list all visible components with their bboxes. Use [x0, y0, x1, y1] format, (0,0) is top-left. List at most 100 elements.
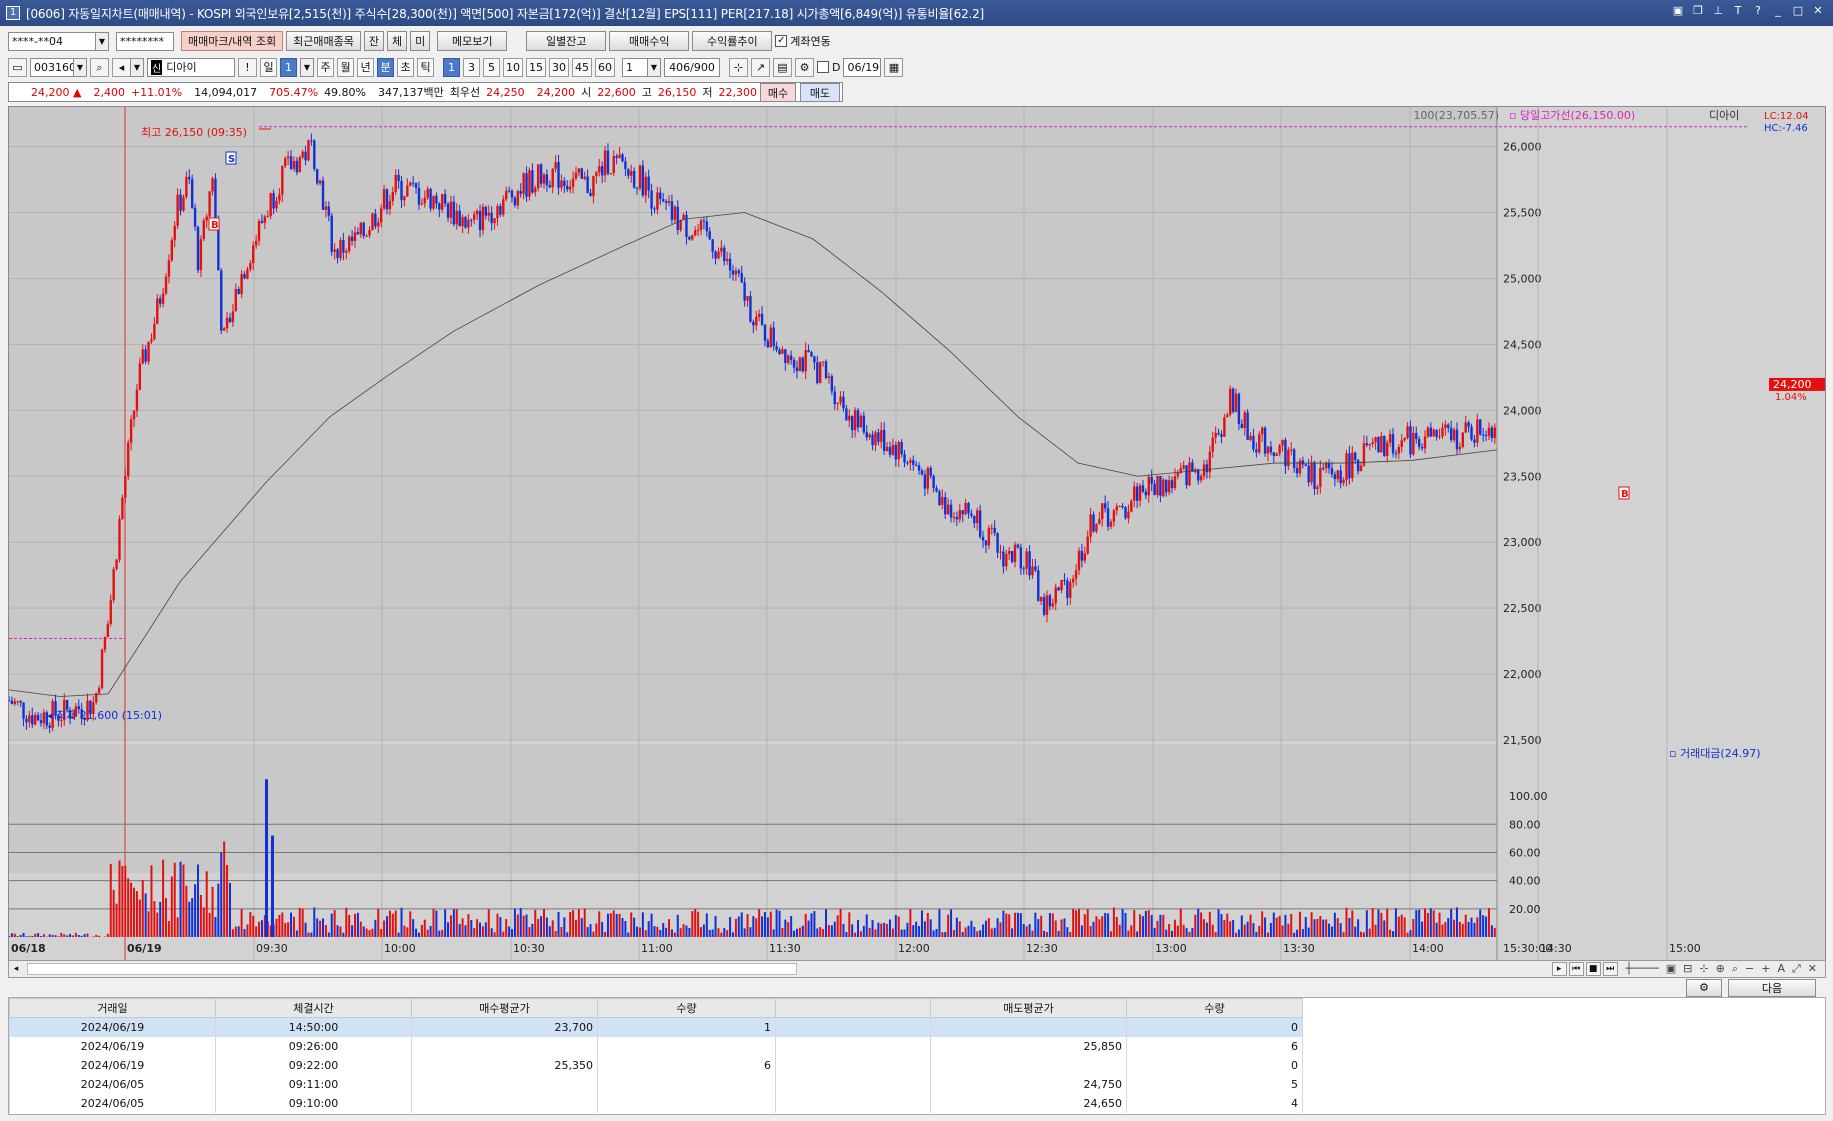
- minimize-icon[interactable]: _: [1771, 4, 1785, 18]
- text-icon[interactable]: A: [1777, 962, 1785, 976]
- scroll-left-icon[interactable]: ◂: [9, 964, 23, 974]
- calendar-icon[interactable]: ▦: [884, 57, 904, 77]
- restore-icon[interactable]: ❐: [1691, 4, 1705, 18]
- window-icon[interactable]: ▭: [8, 57, 27, 77]
- table-row[interactable]: 2024/06/19 14:50:00 23,700 1 0: [9, 1017, 1303, 1037]
- tile-icon[interactable]: ▣: [1666, 962, 1676, 976]
- col-exec-time[interactable]: 체결시간: [215, 998, 412, 1018]
- stop-icon[interactable]: ■: [1585, 962, 1601, 976]
- help-icon[interactable]: ?: [1751, 4, 1765, 18]
- password-field[interactable]: ********: [116, 31, 174, 51]
- save-icon[interactable]: ▤: [773, 57, 792, 77]
- stock-code-field[interactable]: 003160: [30, 57, 76, 77]
- rewind-icon[interactable]: ⏮: [1568, 962, 1584, 976]
- table-row[interactable]: 2024/06/05 09:10:00 24,650 4: [9, 1093, 1303, 1113]
- candlestick-chart[interactable]: 26,000 25,500 25,000 24,500 24,000 23,500 23,0…: [7, 107, 1827, 962]
- speaker-icon[interactable]: ◂: [112, 57, 131, 77]
- buy-button[interactable]: 매수: [760, 83, 796, 102]
- alert-button[interactable]: !: [238, 57, 257, 77]
- play-icon[interactable]: ▸: [1551, 962, 1567, 976]
- chart-scrollbar[interactable]: ◂ ▸ ⏮ ■ ⏭ ┼──── ▣ ⊟ ⊹ ⊕ ⌕ − + A ⤢ ✕: [8, 960, 1826, 978]
- memo-button[interactable]: 메모보기: [437, 31, 508, 51]
- candle-body: [257, 221, 261, 241]
- chevron-down-icon[interactable]: ▼: [95, 31, 109, 51]
- table-row[interactable]: 2024/06/19 09:22:00 25,350 6 0: [9, 1055, 1303, 1075]
- period-week[interactable]: 주: [317, 57, 334, 77]
- close-icon[interactable]: ✕: [1811, 4, 1825, 18]
- close-panel-icon[interactable]: ✕: [1808, 962, 1817, 976]
- scroll-thumb[interactable]: [27, 963, 797, 975]
- minute-10[interactable]: 10: [503, 57, 523, 77]
- table-row[interactable]: 2024/06/05 09:11:00 24,750 5: [9, 1074, 1303, 1094]
- magnify-icon[interactable]: ⌕: [1732, 962, 1738, 976]
- volume-bar: [726, 930, 729, 937]
- search-icon[interactable]: ⌕: [90, 57, 109, 77]
- volume-bar: [1264, 917, 1267, 937]
- profit-trend-button[interactable]: 수익률추이: [692, 31, 773, 51]
- account-link-checkbox[interactable]: ✓: [775, 35, 788, 47]
- col-buy-avg[interactable]: 매수평균가: [411, 998, 598, 1018]
- font-icon[interactable]: T: [1731, 4, 1745, 18]
- layout-icon[interactable]: ▣: [1671, 4, 1685, 18]
- trade-profit-button[interactable]: 매매수익: [609, 31, 690, 51]
- minute-5[interactable]: 5: [483, 57, 500, 77]
- period-second[interactable]: 초: [397, 57, 414, 77]
- pin-icon[interactable]: ⊥: [1711, 4, 1725, 18]
- period-month[interactable]: 월: [337, 57, 354, 77]
- zoom-out-icon[interactable]: −: [1745, 962, 1754, 976]
- col-buy-qty[interactable]: 수량: [597, 998, 776, 1018]
- interval-count-field[interactable]: 1: [622, 57, 648, 77]
- gear-icon[interactable]: ⚙: [795, 57, 814, 77]
- volume-bar: [1467, 921, 1470, 937]
- candle-body: [699, 220, 703, 231]
- candle-body: [1272, 452, 1275, 456]
- stock-name-field[interactable]: 신 디아이: [147, 57, 235, 77]
- period-day-count[interactable]: 1: [280, 57, 297, 77]
- date-checkbox[interactable]: [817, 61, 829, 73]
- expand-icon[interactable]: ⤢: [1792, 962, 1801, 976]
- period-year[interactable]: 년: [357, 57, 374, 77]
- col-sell-avg[interactable]: 매도평균가: [930, 998, 1127, 1018]
- minute-3[interactable]: 3: [463, 57, 480, 77]
- chevron-down-icon[interactable]: ▼: [647, 57, 661, 77]
- zoom-slider-icon[interactable]: ┼────: [1626, 962, 1659, 976]
- minute-1[interactable]: 1: [443, 57, 460, 77]
- volume-bar: [464, 925, 467, 937]
- sell-button[interactable]: 매도: [800, 83, 840, 102]
- split-icon[interactable]: ⊟: [1683, 962, 1692, 976]
- candle-body: [766, 340, 770, 348]
- minute-15[interactable]: 15: [526, 57, 546, 77]
- period-tick[interactable]: 틱: [417, 57, 434, 77]
- chart-panel[interactable]: 26,000 25,500 25,000 24,500 24,000 23,500 23,0…: [7, 106, 1827, 962]
- tab-jan[interactable]: 잔: [363, 31, 385, 51]
- col-sell-qty[interactable]: 수량: [1126, 998, 1303, 1018]
- maximize-icon[interactable]: □: [1791, 4, 1805, 18]
- recent-trade-button[interactable]: 최근매매종목: [286, 31, 361, 51]
- trend-icon[interactable]: ↗: [751, 57, 770, 77]
- chevron-down-icon[interactable]: ▼: [73, 57, 87, 77]
- period-minute[interactable]: 분: [377, 57, 394, 77]
- date-field[interactable]: 06/19: [843, 57, 882, 77]
- forward-icon[interactable]: ⏭: [1602, 962, 1618, 976]
- chevron-down-icon[interactable]: ▼: [130, 57, 144, 77]
- zoom-in-icon[interactable]: +: [1761, 962, 1770, 976]
- tab-mi[interactable]: 미: [410, 31, 431, 51]
- daily-balance-button[interactable]: 일별잔고: [526, 31, 607, 51]
- minute-60[interactable]: 60: [595, 57, 615, 77]
- period-day[interactable]: 일: [260, 57, 277, 77]
- minute-30[interactable]: 30: [549, 57, 569, 77]
- range-field[interactable]: 406/900: [664, 57, 720, 77]
- indicator-icon[interactable]: ⊹: [729, 57, 748, 77]
- table-row[interactable]: 2024/06/19 09:26:00 25,850 6: [9, 1036, 1303, 1056]
- settings-gear-button[interactable]: ⚙: [1686, 978, 1722, 997]
- next-button[interactable]: 다음: [1728, 978, 1816, 997]
- account-select[interactable]: ****-**04: [8, 31, 96, 51]
- minute-45[interactable]: 45: [572, 57, 592, 77]
- col-trade-date[interactable]: 거래일: [9, 998, 216, 1018]
- tab-che[interactable]: 체: [387, 31, 408, 51]
- trade-mark-button[interactable]: 매매마크/내역 조회: [181, 31, 284, 51]
- cursor-icon[interactable]: ⊹: [1699, 962, 1708, 976]
- chevron-down-icon[interactable]: ▼: [300, 57, 314, 77]
- candle-body: [557, 162, 560, 188]
- link-icon[interactable]: ⊕: [1716, 962, 1725, 976]
